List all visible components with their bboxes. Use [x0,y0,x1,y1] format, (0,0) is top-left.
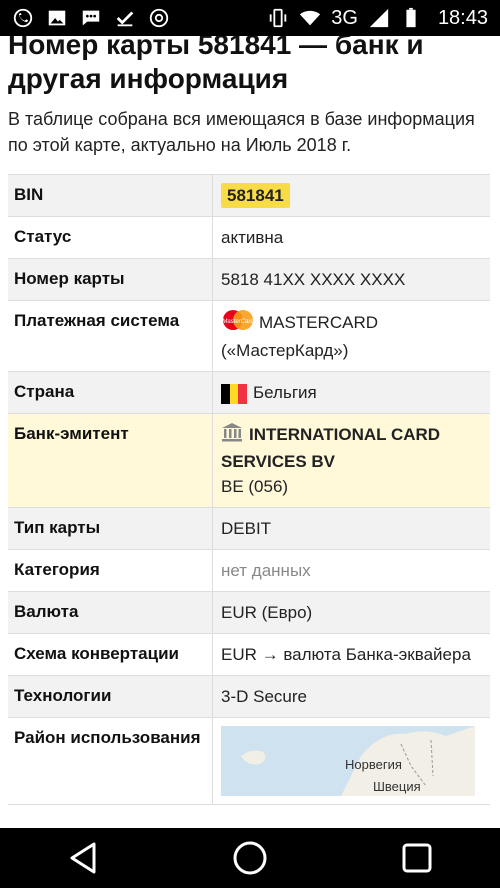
table-row-country: Страна Бельгия [8,372,490,414]
card-type-value: DEBIT [221,519,272,539]
payment-system-name: MASTERCARD [259,312,379,332]
back-icon[interactable] [63,838,103,878]
belgium-flag-icon [221,383,248,404]
status-value: активна [221,228,284,247]
bin-label: BIN [8,175,213,216]
table-row-bank: Банк-эмитент INTERNATIONAL CARD SERVICES… [8,414,490,509]
table-row-currency: Валюта EUR (Евро) [8,592,490,635]
table-row-status: Статус активна [8,217,490,259]
mastercard-logo-icon: MasterCard [221,309,255,338]
chrome-icon [148,7,170,29]
battery-icon [400,7,422,29]
table-row-bin: BIN 581841 [8,175,490,217]
area-label: Район использования [8,718,213,805]
country-label: Страна [8,372,213,413]
page-intro: В таблице собрана вся имеющаяся в базе и… [8,109,475,155]
currency-label: Валюта [8,592,213,634]
usage-map[interactable]: Норвегия Швеция [221,726,475,797]
card-type-label: Тип карты [8,508,213,550]
payment-system-label: Платежная система [8,301,213,371]
table-row-technologies: Технологии 3-D Secure [8,676,490,719]
bank-code: BE (056) [221,477,289,497]
payment-system-ru: («МастерКард») [221,341,349,360]
table-row-payment-system: Платежная система MasterCard MASTERCARD … [8,301,490,372]
category-label: Категория [8,550,213,592]
vibrate-icon [267,7,289,29]
card-number-value: 5818 41XX XXXX XXXX [221,270,406,289]
messages-icon [80,7,102,29]
table-row-conversion: Схема конвертации EUR → валюта Банка-экв… [8,634,490,677]
country-value: Бельгия [253,383,317,402]
bank-name: INTERNATIONAL CARD SERVICES BV [221,425,441,472]
table-row-category: Категория нет данных [8,550,490,593]
recents-icon[interactable] [397,838,437,878]
home-icon[interactable] [230,838,270,878]
checkmark-icon [114,7,136,29]
table-row-area: Район использования Норвегия Швеция [8,718,490,806]
technologies-value: 3-D Secure [221,687,307,707]
table-row-card-number: Номер карты 5818 41XX XXXX XXXX [8,259,490,301]
gallery-icon [46,7,68,29]
clock: 18:43 [437,6,488,29]
network-type: 3G [331,6,358,29]
status-label: Статус [8,217,213,258]
whatsapp-icon [12,7,34,29]
bin-value: 581841 [221,183,290,208]
status-bar: 3G 18:43 [0,0,500,36]
conversion-value: EUR → валюта Банка-эквайера [221,645,471,665]
card-info-table: BIN 581841 Статус активна Номер карты 58… [8,174,490,806]
conversion-label: Схема конвертации [8,634,213,676]
page-title: Номер карты 581841 — банк и другая инфор… [8,36,424,94]
map-label-sweden: Швеция [373,779,421,795]
currency-value: EUR (Евро) [221,603,313,623]
table-row-card-type: Тип карты DEBIT [8,508,490,551]
wifi-icon [299,7,321,29]
bank-icon [221,422,243,449]
page-content: Номер карты 581841 — банк и другая инфор… [0,36,500,828]
signal-icon [368,7,390,29]
mastercard-logo-text: MasterCard [222,319,254,325]
card-number-label: Номер карты [8,259,213,300]
category-value: нет данных [221,561,311,581]
bank-label: Банк-эмитент [8,414,213,508]
technologies-label: Технологии [8,676,213,718]
navigation-bar [0,828,500,888]
